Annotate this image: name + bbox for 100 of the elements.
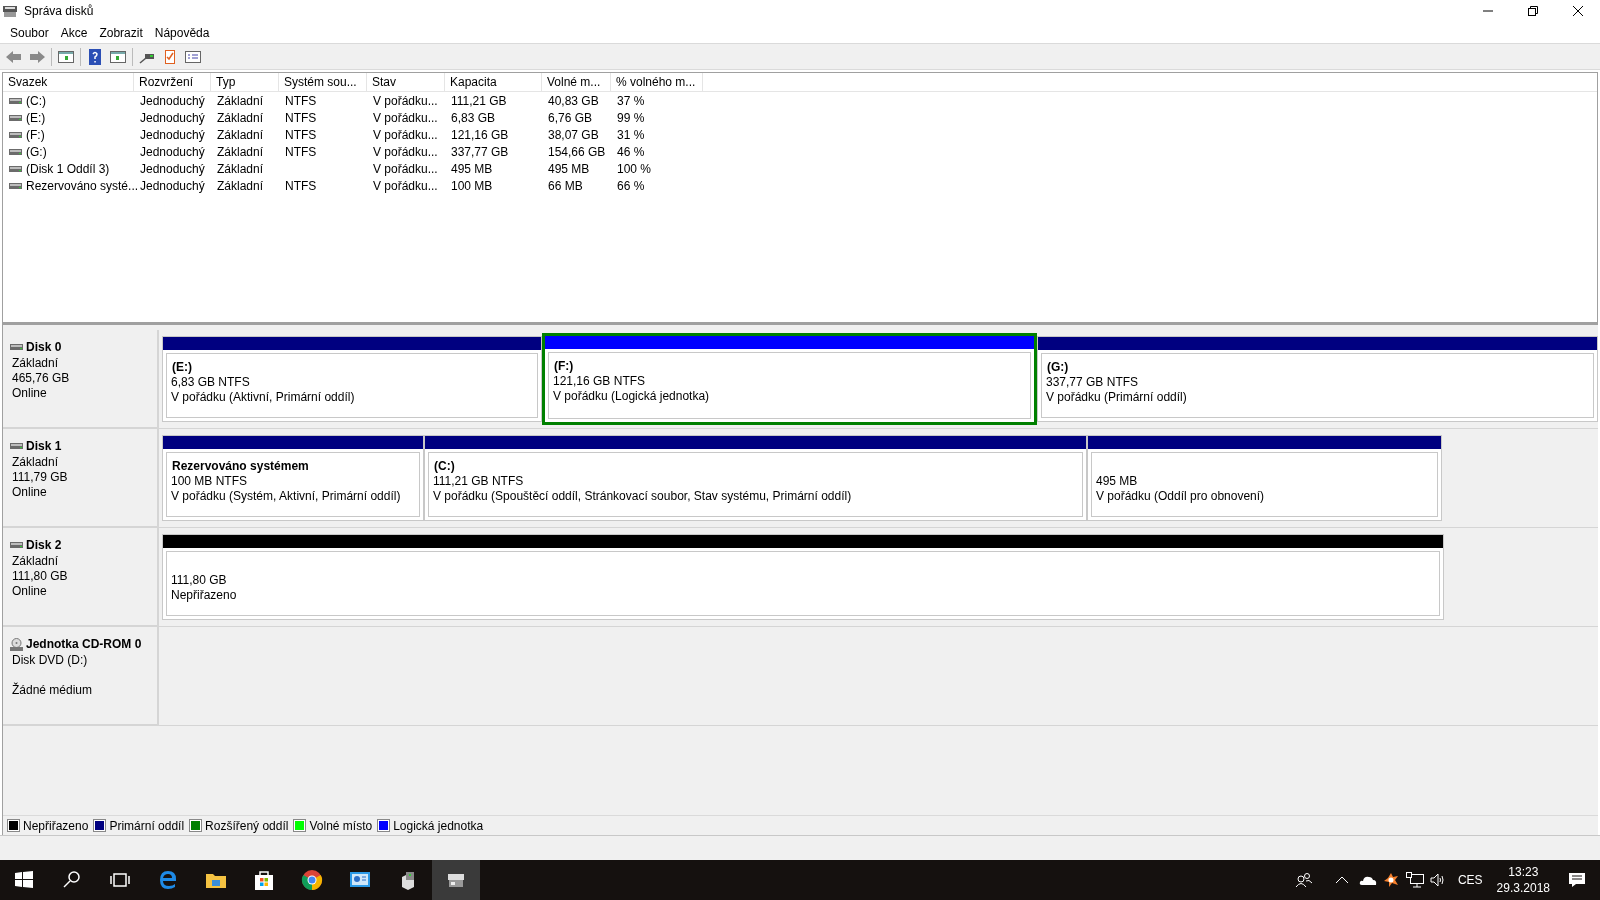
partition-detail: 100 MB NTFS xyxy=(171,474,249,489)
disk-detail: Základní xyxy=(12,455,60,470)
disk-name: Disk 2 xyxy=(26,537,62,554)
drive-icon xyxy=(9,114,22,121)
clock-time[interactable]: 13:23 xyxy=(1508,864,1539,880)
partition-detail: V pořádku (Primární oddíl) xyxy=(1046,390,1188,405)
partition-block[interactable]: (G:) 337,77 GB NTFS V pořádku (Primární oddíl) xyxy=(1037,336,1598,422)
antivirus-icon[interactable] xyxy=(1382,872,1399,888)
table-cell-text: 154,66 GB xyxy=(548,143,606,161)
disk-detail: Online xyxy=(12,485,48,500)
column-header[interactable]: % volného m... xyxy=(611,73,703,91)
menu-item[interactable]: Zobrazit xyxy=(93,22,149,43)
partition-title: (G:) xyxy=(1046,360,1070,375)
legend-label: Nepřiřazeno xyxy=(23,817,89,835)
table-cell-text: Základní xyxy=(217,109,264,127)
disk-detail: Základní xyxy=(12,356,60,371)
column-header[interactable]: Rozvržení xyxy=(134,73,211,91)
table-cell-text: NTFS xyxy=(285,109,317,127)
drive-icon xyxy=(9,148,22,155)
partition-title: Rezervováno systémem xyxy=(171,459,310,474)
legend-label: Volné místo xyxy=(309,817,373,835)
partition-block[interactable]: (F:) 121,16 GB NTFS V pořádku (Logická jednotka) xyxy=(542,333,1037,425)
partition-title: (F:) xyxy=(553,359,575,374)
table-cell-text: Rezervováno systé... xyxy=(26,177,139,195)
legend-label: Rozšířený oddíl xyxy=(205,817,289,835)
table-cell-text: Základní xyxy=(217,160,264,178)
table-cell-text: Jednoduchý xyxy=(140,160,205,178)
column-header[interactable]: Kapacita xyxy=(445,73,542,91)
notification-icon[interactable] xyxy=(1568,872,1586,888)
table-cell-text: V pořádku... xyxy=(373,143,438,161)
disk-detail: 465,76 GB xyxy=(12,371,71,386)
partition-detail: V pořádku (Aktivní, Primární oddíl) xyxy=(171,390,356,405)
table-cell-text: 6,83 GB xyxy=(451,109,496,127)
table-cell-text: 100 % xyxy=(617,160,652,178)
clock-date[interactable]: 29.3.2018 xyxy=(1496,880,1550,896)
table-cell-text: 111,21 GB xyxy=(451,92,507,110)
partition-detail: 6,83 GB NTFS xyxy=(171,375,251,390)
table-cell-text: 31 % xyxy=(617,126,645,144)
partition-block[interactable]: (C:) 111,21 GB NTFS V pořádku (Spouštěcí oddíl, Stránkovací soubor, Stav systému, Primární oddíl) xyxy=(424,435,1087,521)
partition-detail: 337,77 GB NTFS xyxy=(1046,375,1140,390)
table-cell-text: (Disk 1 Oddíl 3) xyxy=(26,160,110,178)
table-cell-text: 121,16 GB xyxy=(451,126,509,144)
partition-detail: V pořádku (Logická jednotka) xyxy=(553,389,711,404)
drive-icon xyxy=(9,182,22,189)
table-cell-text: 6,76 GB xyxy=(548,109,593,127)
table-cell-text: V pořádku... xyxy=(373,109,438,127)
partition-detail: V pořádku (Oddíl pro obnovení) xyxy=(1096,489,1266,504)
disk-info-panel[interactable]: Disk 0 Základní 465,76 GB Online xyxy=(3,330,159,429)
partition-block[interactable]: 495 MB V pořádku (Oddíl pro obnovení) xyxy=(1087,435,1442,521)
disk-detail: Online xyxy=(12,386,48,401)
partition-block[interactable]: 111,80 GB Nepřiřazeno xyxy=(162,534,1444,620)
window-title: Správa disků xyxy=(24,3,94,20)
speaker-icon[interactable] xyxy=(1429,873,1446,887)
table-cell-text: 66 % xyxy=(617,177,645,195)
table-cell-text: 37 % xyxy=(617,92,645,110)
disk-drive-icon xyxy=(10,344,23,350)
disk-detail: Základní xyxy=(12,554,60,569)
drive-icon xyxy=(9,131,22,138)
menu-item[interactable]: Soubor xyxy=(4,22,55,43)
table-cell-text: Jednoduchý xyxy=(140,92,205,110)
disk-info-panel[interactable]: Disk 2 Základní 111,80 GB Online xyxy=(3,528,159,627)
menu-item[interactable]: Nápověda xyxy=(148,22,216,43)
column-header[interactable]: Stav xyxy=(367,73,445,91)
restore-icon xyxy=(1527,6,1538,16)
partition-detail: 121,16 GB NTFS xyxy=(553,374,647,389)
table-cell-text: 99 % xyxy=(617,109,645,127)
disk-management-icon[interactable] xyxy=(432,860,480,900)
table-cell-text: NTFS xyxy=(285,143,317,161)
column-header[interactable]: Systém sou... xyxy=(279,73,367,91)
column-header[interactable]: Volné m... xyxy=(542,73,611,91)
people-icon xyxy=(1294,872,1313,888)
cloud-icon[interactable] xyxy=(1358,874,1377,886)
disk-name: Disk 1 xyxy=(26,438,62,455)
table-cell-text: NTFS xyxy=(285,92,317,110)
partition-block[interactable]: Rezervováno systémem 100 MB NTFS V pořádku (Systém, Aktivní, Primární oddíl) xyxy=(162,435,424,521)
table-cell-text: (G:) xyxy=(26,143,47,161)
input-language[interactable]: CES xyxy=(1457,871,1483,889)
table-cell-text: 46 % xyxy=(617,143,645,161)
table-cell-text: 495 MB xyxy=(451,160,493,178)
menu-item[interactable]: Akce xyxy=(54,22,94,43)
disk-management-icon xyxy=(2,4,18,18)
disk-detail: Disk DVD (D:) xyxy=(12,653,89,668)
table-cell-text: Základní xyxy=(217,92,264,110)
column-header[interactable]: Typ xyxy=(211,73,279,91)
table-cell-text: NTFS xyxy=(285,177,317,195)
table-cell-text: 38,07 GB xyxy=(548,126,599,144)
column-header[interactable]: Svazek xyxy=(3,73,134,91)
network-icon[interactable] xyxy=(1405,872,1424,888)
table-cell-text: Základní xyxy=(217,143,264,161)
partition-detail: V pořádku (Spouštěcí oddíl, Stránkovací soubor, Stav systému, Primární oddíl) xyxy=(433,489,853,504)
disk-info-panel[interactable]: Jednotka CD-ROM 0 Disk DVD (D:) Žádné médium xyxy=(3,627,159,726)
chevron-up-icon[interactable] xyxy=(1334,876,1349,884)
disk-info-panel[interactable]: Disk 1 Základní 111,79 GB Online xyxy=(3,429,159,528)
disk-name: Disk 0 xyxy=(26,339,62,356)
disc-drive-icon xyxy=(10,637,23,651)
partition-title: (C:) xyxy=(433,459,456,474)
partition-block[interactable]: (E:) 6,83 GB NTFS V pořádku (Aktivní, Primární oddíl) xyxy=(162,336,542,422)
partition-detail: 495 MB xyxy=(1096,474,1139,489)
disk-drive-icon xyxy=(10,443,23,449)
drive-icon xyxy=(9,165,22,172)
